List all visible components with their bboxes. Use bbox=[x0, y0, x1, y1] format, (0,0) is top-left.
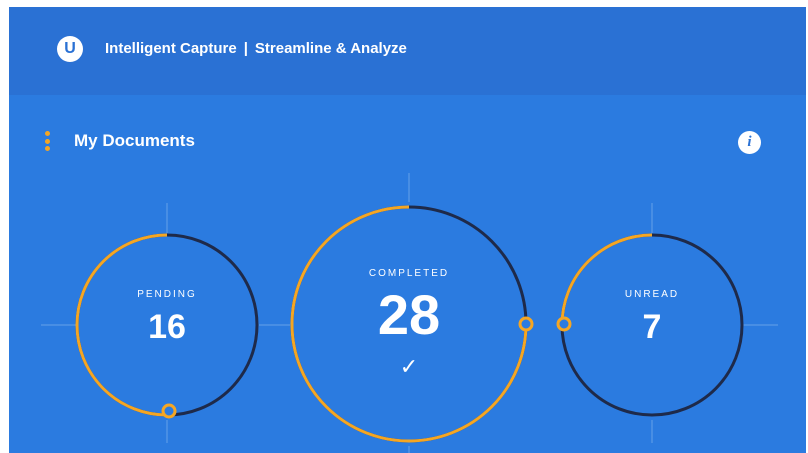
app-window: U Intelligent Capture | Streamline & Analy… bbox=[9, 7, 806, 453]
check-icon: ✓ bbox=[399, 354, 419, 379]
unread-stat[interactable]: UNREAD 7 bbox=[582, 289, 722, 347]
completed-count: 28 bbox=[377, 283, 441, 346]
completed-stat[interactable]: COMPLETED 28 ✓ bbox=[339, 268, 479, 380]
pending-stat[interactable]: PENDING 16 bbox=[97, 289, 237, 347]
pending-ring-marker bbox=[161, 403, 177, 419]
pending-count: 16 bbox=[148, 308, 186, 346]
completed-label: COMPLETED bbox=[368, 268, 450, 279]
pending-label: PENDING bbox=[137, 289, 197, 300]
completed-ring-marker bbox=[518, 316, 534, 332]
unread-label: UNREAD bbox=[624, 289, 680, 300]
stats-graphic bbox=[41, 173, 778, 453]
unread-count: 7 bbox=[642, 308, 662, 346]
unread-ring-marker bbox=[556, 316, 572, 332]
